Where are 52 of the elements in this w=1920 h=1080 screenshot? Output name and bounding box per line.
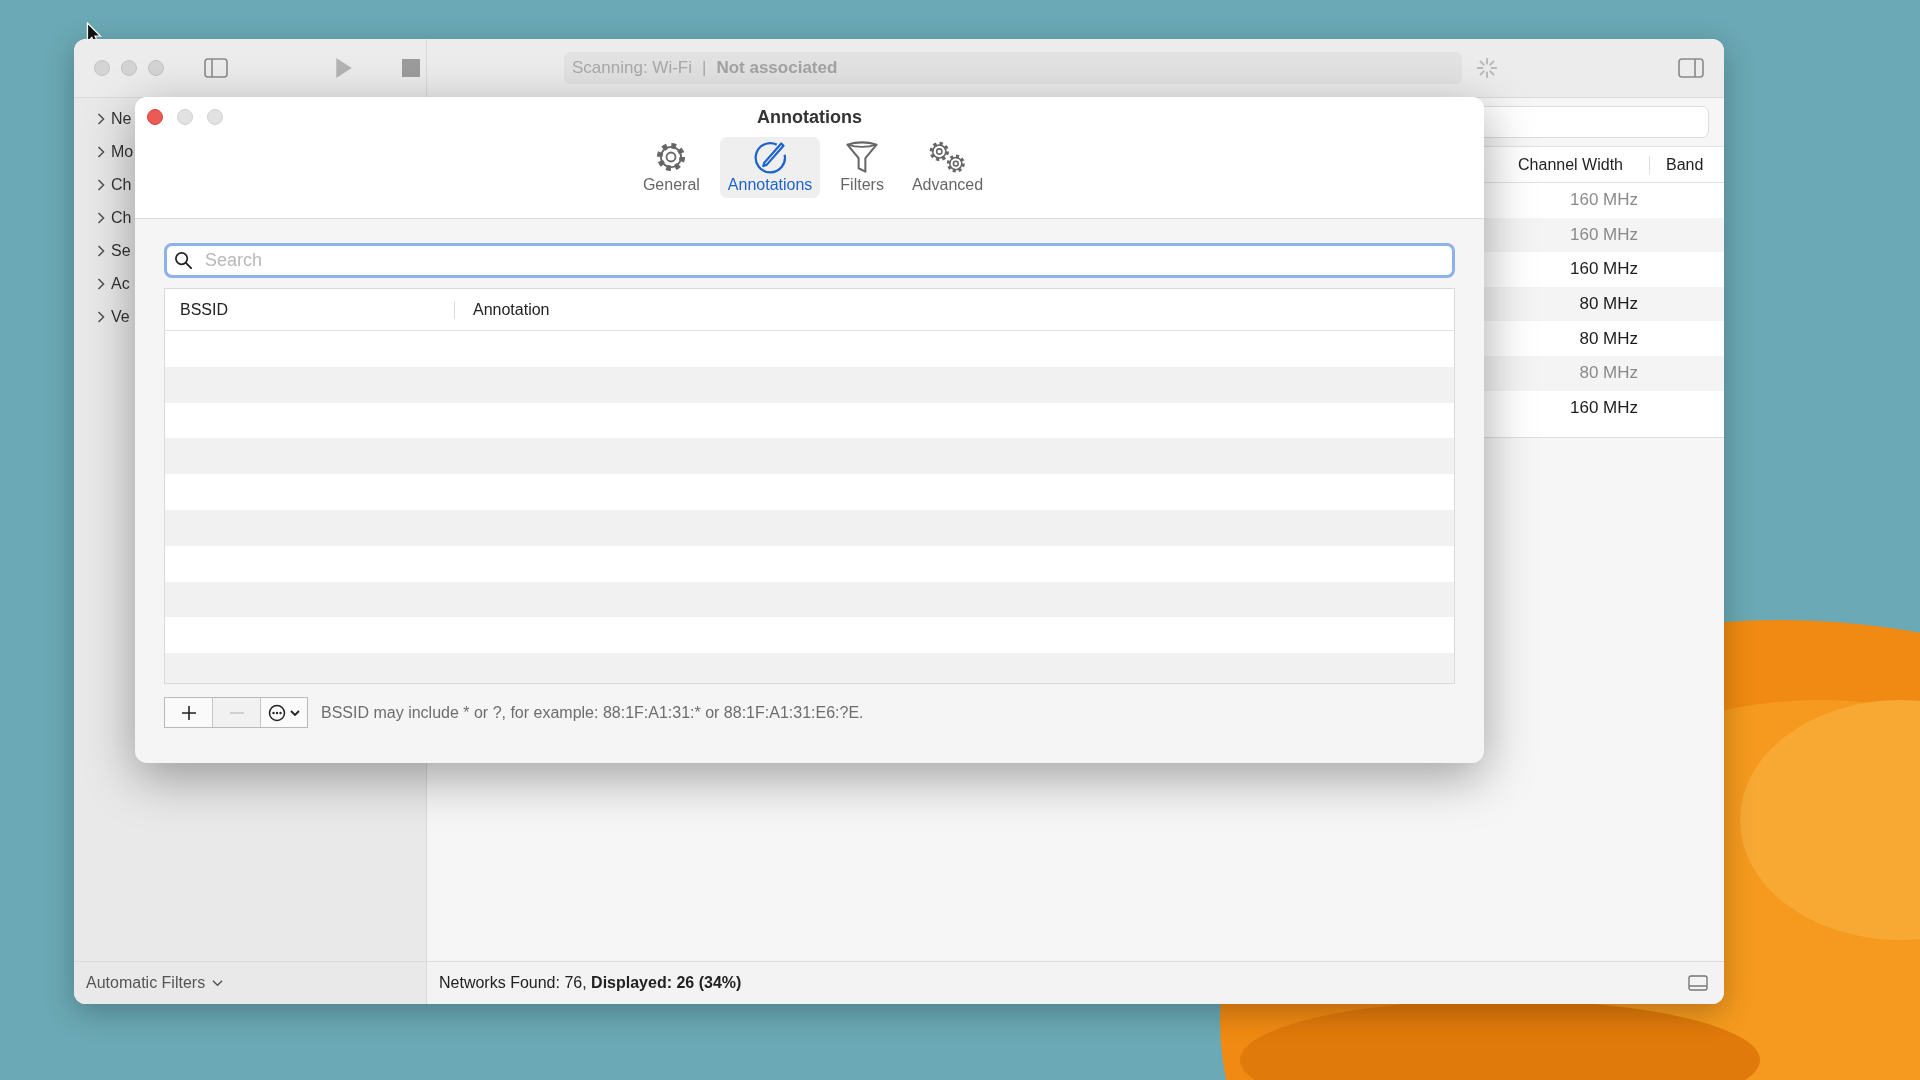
sidebar-item[interactable]: Ve: [111, 307, 130, 326]
pencil-circle-icon: [752, 139, 789, 175]
minus-icon: [228, 711, 245, 714]
window-title: Annotations: [757, 106, 862, 128]
sidebar-item[interactable]: Mo: [111, 142, 134, 161]
inspector-toggle-icon[interactable]: [1678, 58, 1704, 78]
status-text: Networks Found: 76, Displayed: 26 (34%): [439, 974, 742, 992]
sidebar-item[interactable]: Ch: [111, 175, 132, 194]
segmented-control[interactable]: [164, 697, 308, 728]
table-cell-text: 80 MHz: [1578, 328, 1638, 349]
caret-icon: [290, 709, 300, 716]
ellipsis-circle-icon: [268, 703, 286, 722]
add-button[interactable]: [165, 698, 213, 727]
scanning-status: Scanning: Wi-Fi: [572, 58, 692, 78]
chevron-right-icon[interactable]: [97, 145, 105, 158]
sidebar-item[interactable]: Ch: [111, 208, 132, 227]
funnel-icon: [844, 139, 881, 175]
action-menu-button[interactable]: [261, 698, 307, 727]
toolbar-tab[interactable]: Annotations: [719, 137, 821, 198]
plus-icon: [180, 704, 197, 721]
panel-toggle-icon[interactable]: [1688, 975, 1708, 991]
table-cell-text: 160 MHz: [1568, 190, 1638, 211]
toolbar-tab[interactable]: Filters: [832, 137, 892, 198]
filter-menu[interactable]: Automatic Filters: [86, 974, 206, 992]
chevron-right-icon[interactable]: [97, 310, 105, 323]
spinner-icon: [1476, 57, 1498, 79]
toolbar-tab[interactable]: Advanced: [903, 137, 992, 198]
toolbar-tab[interactable]: General: [634, 137, 708, 198]
table-cell-text: 160 MHz: [1568, 397, 1638, 418]
sidebar-item[interactable]: Se: [111, 241, 131, 260]
chevron-right-icon[interactable]: [97, 178, 105, 191]
search-field[interactable]: Search: [164, 243, 1455, 278]
close-button[interactable]: [147, 109, 163, 125]
chevron-right-icon[interactable]: [97, 277, 105, 290]
status-separator: |: [702, 58, 707, 78]
sidebar-toggle-icon[interactable]: [203, 58, 229, 78]
sidebar-item[interactable]: Ac: [111, 274, 130, 293]
table-cell-text: 80 MHz: [1578, 363, 1638, 384]
chevron-right-icon[interactable]: [97, 211, 105, 224]
sidebar-item[interactable]: Ne: [111, 109, 132, 128]
search-icon: [174, 251, 193, 270]
association-status: Not associated: [716, 58, 838, 78]
chevron-right-icon[interactable]: [97, 112, 105, 125]
table-cell-text: 160 MHz: [1568, 224, 1638, 245]
chevron-right-icon[interactable]: [97, 244, 105, 257]
table-cell-text: 160 MHz: [1568, 259, 1638, 280]
column-header[interactable]: Band: [1650, 155, 1704, 174]
column-header[interactable]: Annotation: [455, 300, 550, 319]
hint-text: BSSID may include * or ?, for example: 88:1F:A1:31:* or 88:1F:A1:31:E6:?E.: [321, 703, 864, 722]
chevron-down-icon[interactable]: [212, 979, 224, 987]
column-header[interactable]: BSSID: [165, 300, 455, 319]
table-cell-text: 80 MHz: [1578, 294, 1638, 315]
